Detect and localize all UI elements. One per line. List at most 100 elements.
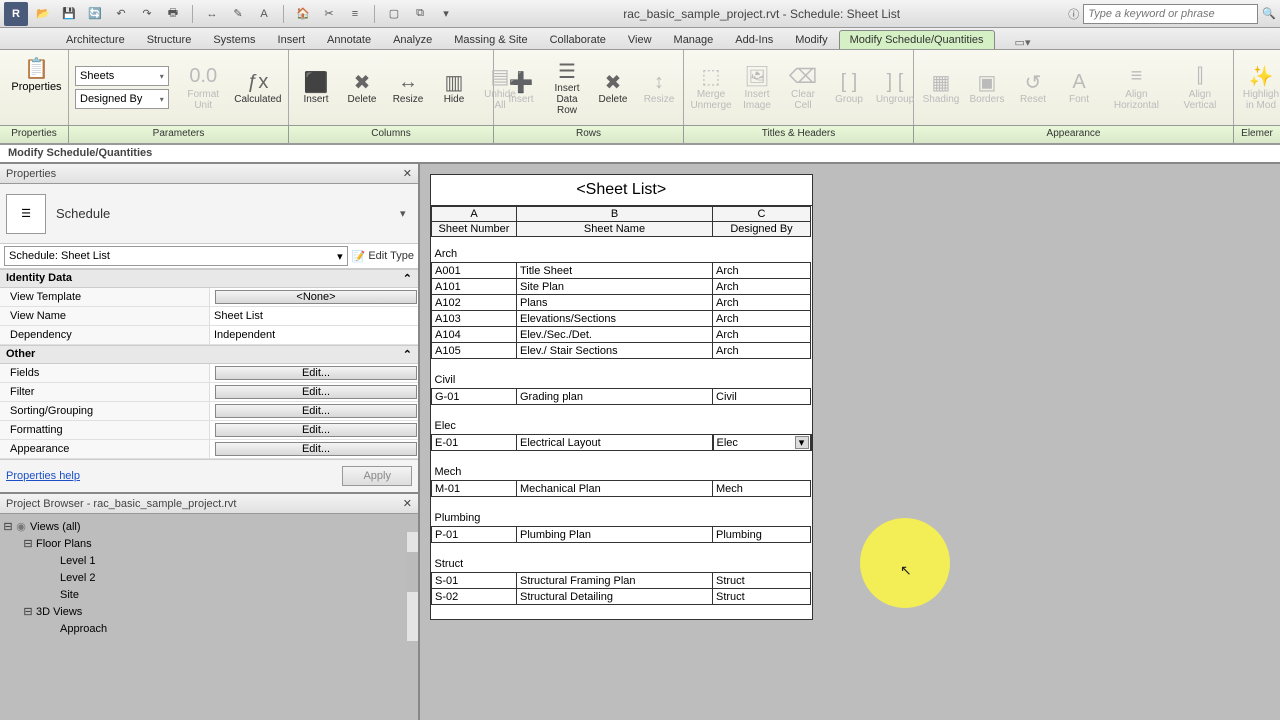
view-template-value[interactable]: <None> bbox=[215, 290, 417, 304]
header-designed-by[interactable]: Designed By bbox=[713, 222, 811, 237]
row-resize-button[interactable]: ↕Resize bbox=[638, 60, 680, 116]
col-header-b[interactable]: B bbox=[517, 207, 713, 222]
cell-designed-by[interactable]: Plumbing bbox=[713, 527, 811, 543]
cell-sheet-name[interactable]: Electrical Layout bbox=[517, 435, 713, 451]
close-icon[interactable]: ✕ bbox=[403, 167, 412, 180]
properties-help-link[interactable]: Properties help bbox=[6, 470, 80, 482]
open-icon[interactable]: 📂 bbox=[34, 5, 52, 23]
ungroup-button[interactable]: ] [Ungroup bbox=[874, 60, 916, 116]
save-icon[interactable]: 💾 bbox=[60, 5, 78, 23]
apply-button[interactable]: Apply bbox=[342, 466, 412, 486]
cell-sheet-name[interactable]: Grading plan bbox=[517, 389, 713, 405]
group-button[interactable]: [ ]Group bbox=[828, 60, 870, 116]
close-views-icon[interactable]: ▢ bbox=[385, 5, 403, 23]
print-icon[interactable]: 🖶 bbox=[164, 5, 182, 23]
tab-structure[interactable]: Structure bbox=[136, 30, 203, 49]
cell-sheet-number[interactable]: A104 bbox=[432, 327, 517, 343]
col-hide-button[interactable]: ▥Hide bbox=[433, 60, 475, 116]
properties-button[interactable]: 📋 Properties bbox=[2, 52, 71, 93]
formatting-edit-button[interactable]: Edit... bbox=[215, 423, 417, 437]
dropdown-icon[interactable]: ▾ bbox=[437, 5, 455, 23]
group-header[interactable]: Mech bbox=[432, 465, 811, 481]
sync-icon[interactable]: 🔄 bbox=[86, 5, 104, 23]
cell-sheet-number[interactable]: A105 bbox=[432, 343, 517, 359]
view-name-value[interactable]: Sheet List bbox=[210, 307, 418, 325]
cell-sheet-name[interactable]: Plumbing Plan bbox=[517, 527, 713, 543]
tab-analyze[interactable]: Analyze bbox=[382, 30, 443, 49]
cell-sheet-name[interactable]: Elev./Sec./Det. bbox=[517, 327, 713, 343]
app-icon[interactable]: R bbox=[4, 2, 28, 26]
box-icon[interactable]: ▭▾ bbox=[1015, 36, 1031, 49]
expander-icon[interactable]: ⊟ bbox=[22, 605, 34, 619]
tree-level1[interactable]: Level 1 bbox=[58, 555, 95, 567]
cell-designed-by[interactable]: Arch bbox=[713, 311, 811, 327]
group-header[interactable]: Plumbing bbox=[432, 511, 811, 527]
cell-designed-by[interactable]: Elec▾ bbox=[713, 435, 811, 451]
cell-sheet-name[interactable]: Mechanical Plan bbox=[517, 481, 713, 497]
type-selector[interactable]: ☰ Schedule ▾ bbox=[0, 184, 418, 244]
cell-sheet-name[interactable]: Structural Framing Plan bbox=[517, 573, 713, 589]
cell-designed-by[interactable]: Arch bbox=[713, 327, 811, 343]
category-other[interactable]: Other⌃ bbox=[0, 345, 418, 364]
tab-view[interactable]: View bbox=[617, 30, 663, 49]
cell-sheet-number[interactable]: A103 bbox=[432, 311, 517, 327]
col-insert-button[interactable]: ⬛Insert bbox=[295, 60, 337, 116]
merge-button[interactable]: ⬚Merge Unmerge bbox=[690, 60, 732, 116]
col-delete-button[interactable]: ✖Delete bbox=[341, 60, 383, 116]
cell-sheet-name[interactable]: Plans bbox=[517, 295, 713, 311]
cell-sheet-number[interactable]: S-02 bbox=[432, 589, 517, 605]
parameter-select[interactable]: Designed By bbox=[75, 89, 169, 109]
cell-sheet-name[interactable]: Structural Detailing bbox=[517, 589, 713, 605]
dropdown-icon[interactable]: ▾ bbox=[795, 436, 809, 449]
undo-icon[interactable]: ↶ bbox=[112, 5, 130, 23]
cell-sheet-name[interactable]: Elevations/Sections bbox=[517, 311, 713, 327]
cell-sheet-number[interactable]: G-01 bbox=[432, 389, 517, 405]
cell-designed-by[interactable]: Arch bbox=[713, 279, 811, 295]
section-icon[interactable]: ✂ bbox=[320, 5, 338, 23]
insert-image-button[interactable]: 🖼Insert Image bbox=[736, 60, 778, 116]
close-icon[interactable]: ✕ bbox=[403, 497, 412, 510]
group-header[interactable]: Elec bbox=[432, 419, 811, 435]
cell-designed-by[interactable]: Civil bbox=[713, 389, 811, 405]
cell-sheet-number[interactable]: A101 bbox=[432, 279, 517, 295]
redo-icon[interactable]: ↷ bbox=[138, 5, 156, 23]
cell-sheet-number[interactable]: A001 bbox=[432, 263, 517, 279]
reset-button[interactable]: ↺Reset bbox=[1012, 60, 1054, 116]
tab-systems[interactable]: Systems bbox=[202, 30, 266, 49]
instance-select[interactable]: Schedule: Sheet List▾ bbox=[4, 246, 348, 266]
row-datarow-button[interactable]: ☰Insert Data Row bbox=[546, 60, 588, 116]
tree-floor-plans[interactable]: Floor Plans bbox=[34, 538, 92, 550]
cell-sheet-number[interactable]: M-01 bbox=[432, 481, 517, 497]
tag-icon[interactable]: ✎ bbox=[229, 5, 247, 23]
cell-sheet-name[interactable]: Site Plan bbox=[517, 279, 713, 295]
tab-massing-site[interactable]: Massing & Site bbox=[443, 30, 538, 49]
cell-designed-by[interactable]: Arch bbox=[713, 295, 811, 311]
borders-button[interactable]: ▣Borders bbox=[966, 60, 1008, 116]
tree-approach[interactable]: Approach bbox=[58, 623, 107, 635]
cell-sheet-number[interactable]: A102 bbox=[432, 295, 517, 311]
tab-collaborate[interactable]: Collaborate bbox=[539, 30, 617, 49]
sorting-edit-button[interactable]: Edit... bbox=[215, 404, 417, 418]
cell-designed-by[interactable]: Mech bbox=[713, 481, 811, 497]
cell-designed-by[interactable]: Arch bbox=[713, 343, 811, 359]
view-icon[interactable]: 🏠 bbox=[294, 5, 312, 23]
tab-architecture[interactable]: Architecture bbox=[55, 30, 136, 49]
clear-cell-button[interactable]: ⌫Clear Cell bbox=[782, 60, 824, 116]
group-header[interactable]: Civil bbox=[432, 373, 811, 389]
dim-icon[interactable]: ↔ bbox=[203, 5, 221, 23]
appearance-edit-button[interactable]: Edit... bbox=[215, 442, 417, 456]
tab-annotate[interactable]: Annotate bbox=[316, 30, 382, 49]
cell-designed-by[interactable]: Struct bbox=[713, 589, 811, 605]
info-icon[interactable]: ⓘ bbox=[1068, 6, 1079, 22]
format-unit-button[interactable]: 0.0Format Unit bbox=[177, 60, 230, 116]
tree-3d-views[interactable]: 3D Views bbox=[34, 606, 82, 618]
cell-sheet-name[interactable]: Elev./ Stair Sections bbox=[517, 343, 713, 359]
category-identity[interactable]: Identity Data⌃ bbox=[0, 269, 418, 288]
search-icon[interactable]: 🔍 bbox=[1262, 7, 1276, 20]
shading-button[interactable]: ▦Shading bbox=[920, 60, 962, 116]
row-delete-button[interactable]: ✖Delete bbox=[592, 60, 634, 116]
header-sheet-number[interactable]: Sheet Number bbox=[432, 222, 517, 237]
help-search-input[interactable] bbox=[1083, 4, 1258, 24]
tree-level2[interactable]: Level 2 bbox=[58, 572, 95, 584]
col-resize-button[interactable]: ↔Resize bbox=[387, 60, 429, 116]
